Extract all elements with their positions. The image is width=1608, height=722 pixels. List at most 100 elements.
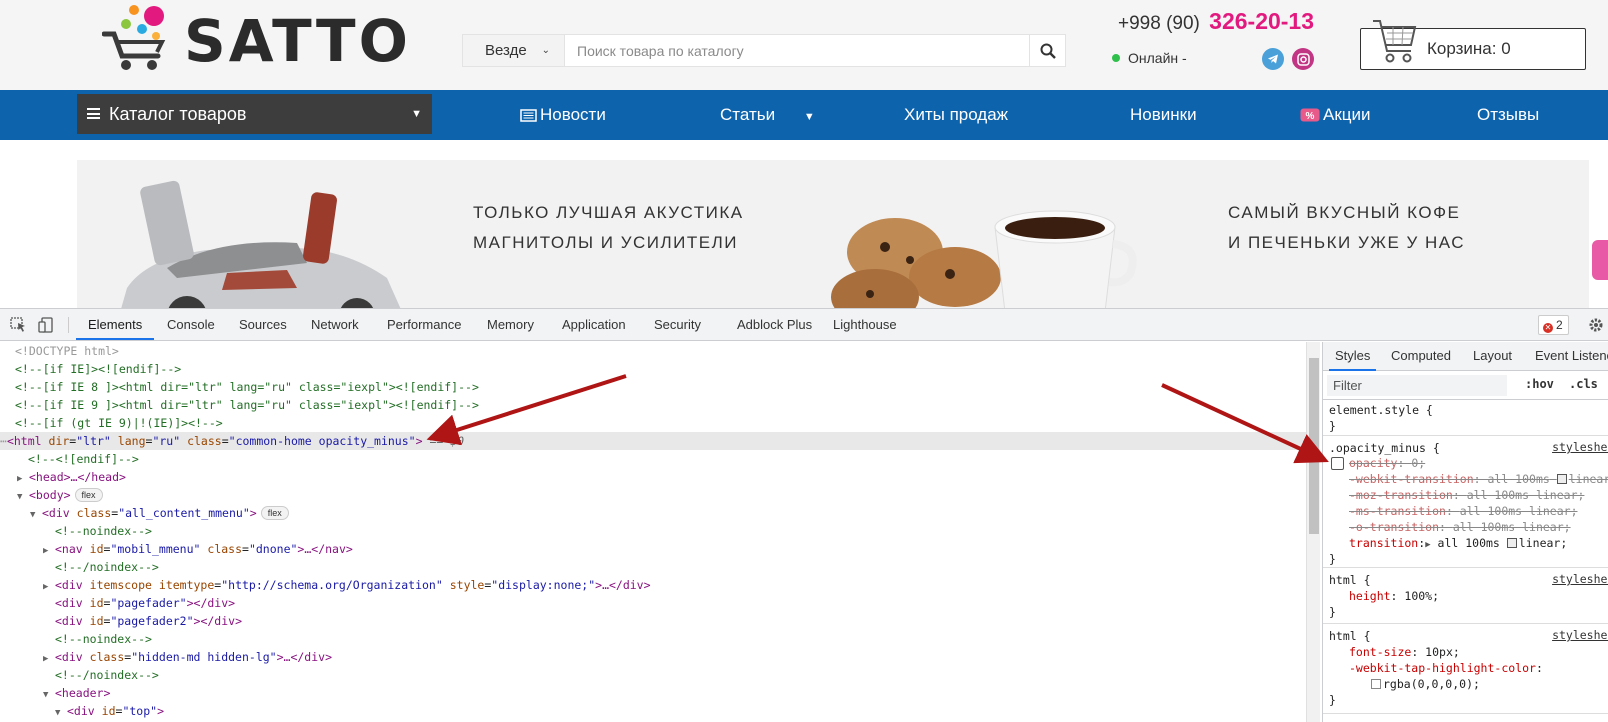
styles-pane: Styles Computed Layout Event Listeners :…	[1322, 342, 1608, 722]
declaration-o-transition[interactable]: -o-transition: all 100ms linear;	[1349, 519, 1571, 535]
declaration-height[interactable]: height: 100%;	[1349, 588, 1439, 604]
phone-number[interactable]: +998 (90) 326-20-13	[1118, 8, 1314, 35]
dom-tree-scrollbar[interactable]	[1306, 342, 1320, 722]
online-dot-icon	[1112, 54, 1120, 62]
dom-line-nav[interactable]: ▶ <nav id="mobil_mmenu" class="dnone">…</…	[43, 540, 353, 558]
inspect-element-icon[interactable]	[10, 317, 28, 333]
easing-editor-icon[interactable]	[1556, 474, 1567, 484]
dom-line-header[interactable]: ▼ <header>	[43, 684, 110, 702]
flex-badge[interactable]: flex	[260, 506, 289, 520]
side-widget-tab[interactable]	[1592, 240, 1608, 280]
dom-line-comment[interactable]: <!--/noindex-->	[55, 666, 159, 684]
tab-event-listeners[interactable]: Event Listeners	[1535, 342, 1608, 370]
cls-toggle[interactable]: .cls	[1569, 377, 1598, 391]
tab-styles[interactable]: Styles	[1328, 342, 1377, 371]
comment-text: <!--noindex-->	[55, 632, 152, 646]
search-button[interactable]	[1029, 35, 1065, 66]
tab-console[interactable]: Console	[167, 309, 215, 340]
collapse-triangle-icon[interactable]: ▼	[17, 488, 29, 506]
property-toggle-checkbox[interactable]	[1331, 457, 1344, 470]
easing-editor-icon[interactable]	[1506, 538, 1517, 548]
tab-computed[interactable]: Computed	[1391, 342, 1451, 370]
rule-selector[interactable]: .opacity_minus {	[1329, 440, 1440, 456]
dom-line-doctype[interactable]: <!DOCTYPE html>	[15, 342, 119, 360]
dom-line-body[interactable]: ▼ <body> flex	[17, 486, 103, 504]
rule-html-height: html { stylesheet_min height: 100%; }	[1323, 568, 1608, 624]
dom-line-comment[interactable]: <!--[if IE 8 ]><html dir="ltr" lang="ru"…	[15, 378, 479, 396]
declaration-transition[interactable]: transition:▶ all 100ms linear;	[1349, 535, 1567, 553]
catalog-menu-button[interactable]: Каталог товаров ▼	[77, 94, 432, 134]
expand-triangle-icon[interactable]: ▶	[1425, 540, 1430, 550]
declaration-ms-transition[interactable]: -ms-transition: all 100ms linear;	[1349, 503, 1578, 519]
search-input[interactable]	[566, 35, 1024, 66]
tab-performance[interactable]: Performance	[387, 309, 461, 340]
hov-toggle[interactable]: :hov	[1525, 377, 1554, 391]
dom-line-div[interactable]: <div id="pagefader2"></div>	[55, 612, 242, 630]
dom-line-div[interactable]: ▼ <div class="all_content_mmenu"> flex	[30, 504, 289, 522]
tag-close: ></div>	[186, 596, 236, 610]
rule-source-link[interactable]: stylesheet_min	[1552, 628, 1608, 642]
flex-badge[interactable]: flex	[74, 488, 103, 502]
tab-application[interactable]: Application	[562, 309, 626, 340]
tab-network[interactable]: Network	[311, 309, 359, 340]
error-count-badge[interactable]: ✕ 2	[1538, 315, 1569, 335]
dom-line-div[interactable]: ▶ <div class="hidden-md hidden-lg">…</div…	[43, 648, 332, 666]
tab-lighthouse[interactable]: Lighthouse	[833, 309, 897, 340]
instagram-link[interactable]	[1292, 48, 1314, 70]
declaration-font-size[interactable]: font-size: 10px;	[1349, 644, 1460, 660]
expand-triangle-icon[interactable]: ▶	[43, 650, 55, 668]
tab-security[interactable]: Security	[654, 309, 701, 340]
collapse-triangle-icon[interactable]: ▼	[30, 506, 42, 524]
nav-item-new[interactable]: Новинки	[1130, 90, 1197, 140]
dom-line-html-selected[interactable]: ⋯<html dir="ltr" lang="ru" class="common…	[0, 432, 1306, 450]
dom-line-comment[interactable]: <!--noindex-->	[55, 522, 152, 540]
color-swatch[interactable]	[1371, 679, 1381, 689]
rule-selector[interactable]: html {	[1329, 628, 1371, 644]
dom-line-comment[interactable]: <!--<![endif]-->	[28, 450, 139, 468]
tab-adblock-plus[interactable]: Adblock Plus	[737, 309, 812, 340]
rule-selector[interactable]: html {	[1329, 572, 1371, 588]
collapse-triangle-icon[interactable]: ▼	[43, 686, 55, 704]
expand-triangle-icon[interactable]: ▶	[43, 542, 55, 560]
nav-item-reviews[interactable]: Отзывы	[1477, 90, 1539, 140]
dom-line-comment[interactable]: <!--[if IE 9 ]><html dir="ltr" lang="ru"…	[15, 396, 479, 414]
banner-right-line-2: И ПЕЧЕНЬКИ УЖЕ У НАС	[1228, 233, 1466, 252]
tab-layout[interactable]: Layout	[1473, 342, 1512, 370]
scrollbar-thumb[interactable]	[1309, 358, 1319, 534]
cart-button[interactable]: Корзина: 0	[1360, 20, 1586, 70]
nav-item-sales[interactable]: % Акции	[1300, 90, 1371, 140]
declaration-opacity[interactable]: opacity: 0;	[1349, 455, 1425, 471]
telegram-link[interactable]	[1262, 48, 1284, 70]
dom-line-div[interactable]: ▶ <div itemscope itemtype="http://schema.…	[43, 576, 651, 594]
dom-line-comment[interactable]: <!--noindex-->	[55, 630, 152, 648]
nav-item-articles[interactable]: Статьи ▼	[720, 90, 815, 140]
site-logo[interactable]: SATTO	[102, 2, 412, 75]
promo-banner[interactable]: ТОЛЬКО ЛУЧШАЯ АКУСТИКА МАГНИТОЛЫ И УСИЛИ…	[77, 160, 1589, 308]
dom-line-comment[interactable]: <!--[if IE]><![endif]-->	[15, 360, 181, 378]
tab-elements[interactable]: Elements	[75, 309, 155, 340]
nav-item-bestsellers[interactable]: Хиты продаж	[904, 90, 1008, 140]
dom-line-div[interactable]: ▼ <div id="top">	[55, 702, 164, 720]
attr-value: "pagefader2"	[110, 614, 194, 628]
declaration-tap-highlight[interactable]: -webkit-tap-highlight-color:	[1349, 660, 1543, 676]
tab-sources[interactable]: Sources	[239, 309, 287, 340]
tab-memory[interactable]: Memory	[487, 309, 534, 340]
device-toolbar-icon[interactable]	[38, 317, 56, 333]
main-navigation: Каталог товаров ▼ Новости Статьи ▼ Хиты …	[0, 90, 1608, 140]
dom-line-comment[interactable]: <!--[if (gt IE 9)|!(IE)]><!-->	[15, 414, 223, 432]
declaration-tap-value[interactable]: rgba(0,0,0,0);	[1371, 676, 1480, 692]
dom-line-div[interactable]: <div id="pagefader"></div>	[55, 594, 235, 612]
rule-selector[interactable]: element.style {	[1329, 402, 1433, 418]
declaration-moz-transition[interactable]: -moz-transition: all 100ms linear;	[1349, 487, 1584, 503]
styles-filter-input[interactable]	[1327, 375, 1507, 396]
rule-source-link[interactable]: stylesheet_min	[1552, 440, 1608, 454]
collapse-triangle-icon[interactable]: ▼	[55, 704, 67, 722]
rule-source-link[interactable]: stylesheet_min	[1552, 572, 1608, 586]
expand-triangle-icon[interactable]: ▶	[43, 578, 55, 596]
gear-icon[interactable]	[1588, 317, 1604, 333]
nav-item-news[interactable]: Новости	[520, 90, 606, 140]
search-scope-dropdown[interactable]: Везде ⌄	[463, 35, 565, 66]
dom-line-head[interactable]: ▶ <head>…</head>	[17, 468, 126, 486]
dom-line-comment[interactable]: <!--/noindex-->	[55, 558, 159, 576]
declaration-webkit-transition[interactable]: -webkit-transition: all 100ms linear;	[1349, 471, 1608, 487]
